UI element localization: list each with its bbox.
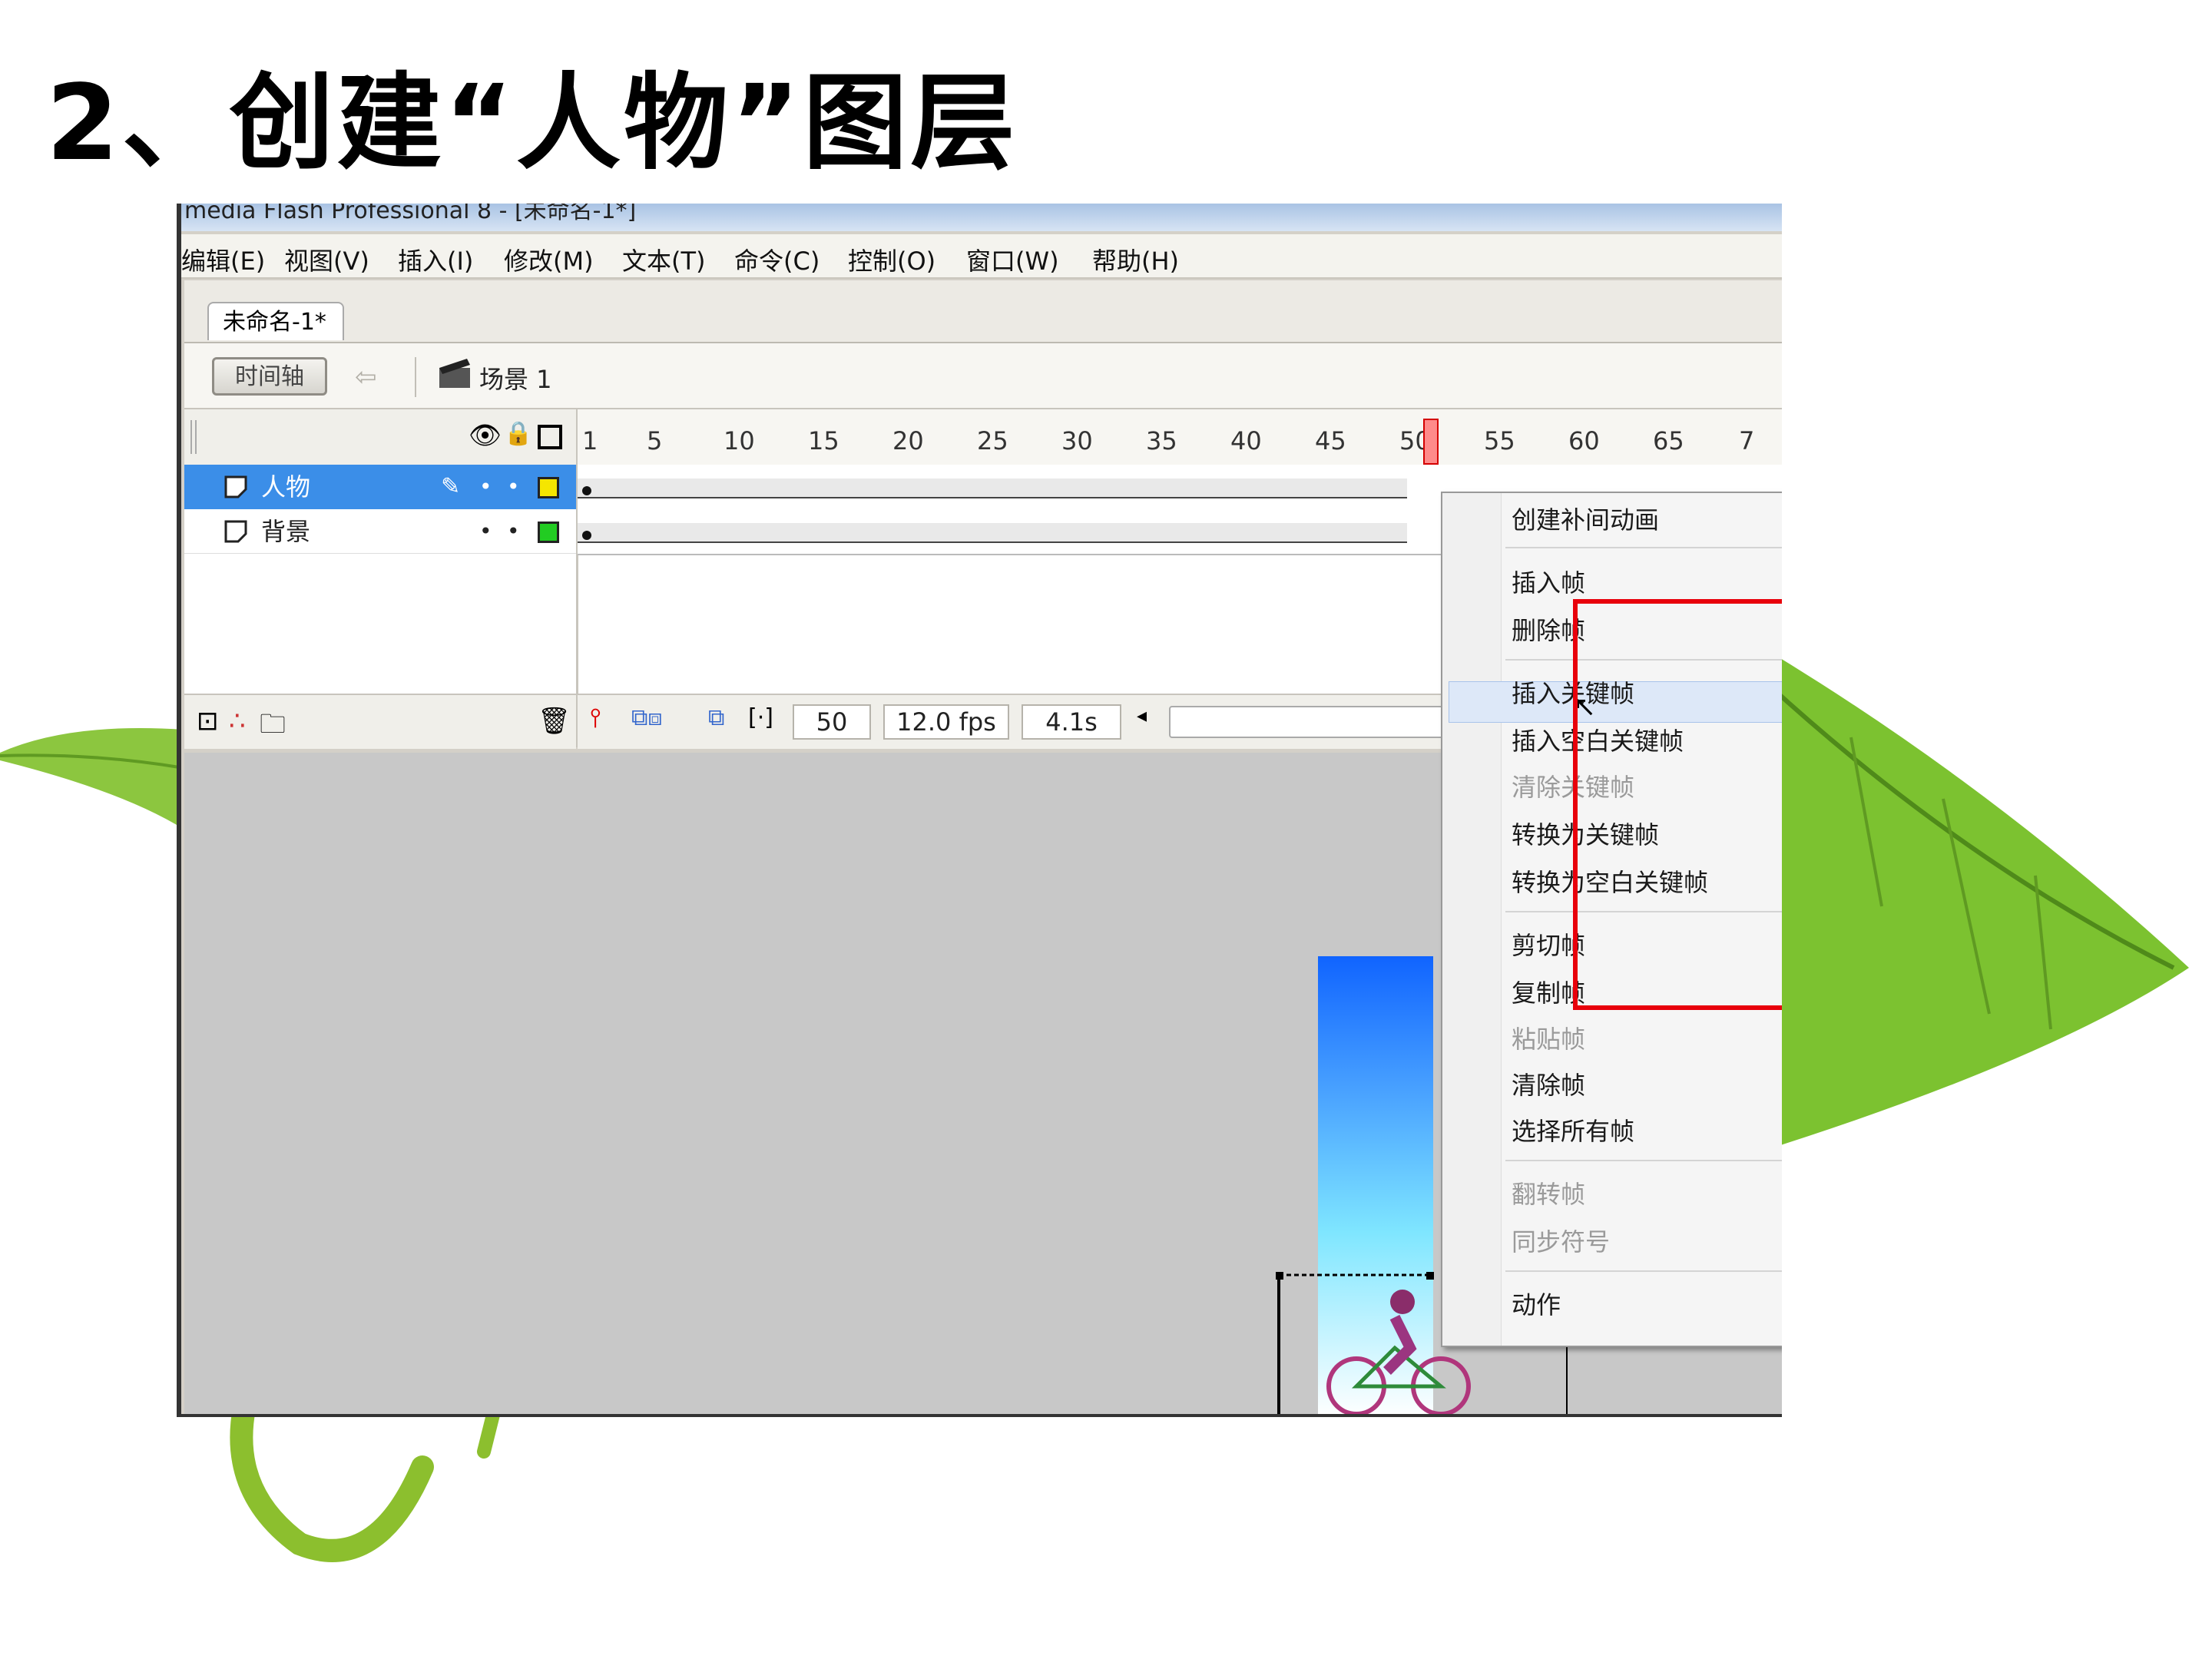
center-frame-icon[interactable]: ⫯ bbox=[590, 703, 601, 733]
menu-help[interactable]: 帮助(H) bbox=[1092, 242, 1179, 277]
panel-grip[interactable] bbox=[190, 420, 197, 454]
menu-insert[interactable]: 插入(I) bbox=[398, 242, 473, 277]
elapsed-time-field: 4.1s bbox=[1022, 704, 1121, 740]
lock-dot[interactable]: • bbox=[507, 509, 520, 554]
toolbar-divider bbox=[415, 357, 416, 397]
add-layer-icon[interactable]: ⊡ bbox=[197, 706, 219, 737]
timeline-toolbar: 时间轴 ⇦ 场景 1 bbox=[184, 342, 1782, 409]
leaf-decoration-right bbox=[1759, 645, 2189, 1152]
onion-markers-icon[interactable]: [·] bbox=[748, 704, 773, 731]
menu-separator bbox=[1505, 1270, 1782, 1272]
ruler-tick: 1 bbox=[582, 426, 598, 455]
visibility-dot[interactable]: • bbox=[479, 509, 492, 554]
ruler-tick: 7 bbox=[1739, 426, 1755, 455]
menu-item-create-motion-tween[interactable]: 创建补间动画 bbox=[1512, 501, 1659, 536]
layer-name: 背景 bbox=[261, 517, 311, 546]
layer-icon bbox=[224, 475, 247, 498]
horizontal-scrollbar[interactable] bbox=[1169, 706, 1479, 738]
menu-separator bbox=[1505, 547, 1782, 548]
frame-ruler: 1 5 10 15 20 25 30 35 40 45 50 55 60 65 … bbox=[578, 409, 1782, 466]
current-frame-field: 50 bbox=[793, 704, 871, 740]
playhead-marker[interactable] bbox=[1423, 419, 1439, 465]
ruler-tick: 25 bbox=[977, 426, 1008, 455]
document-tab[interactable]: 未命名-1* bbox=[207, 302, 344, 340]
ruler-tick: 40 bbox=[1230, 426, 1262, 455]
edit-multiple-frames-icon[interactable]: ⧉ bbox=[708, 704, 724, 731]
ruler-tick: 60 bbox=[1568, 426, 1600, 455]
menu-item-insert-frame[interactable]: 插入帧 bbox=[1512, 564, 1585, 599]
menu-view[interactable]: 视图(V) bbox=[284, 242, 369, 277]
leaf-decoration-left bbox=[0, 728, 184, 830]
menu-item-clear-frames[interactable]: 清除帧 bbox=[1512, 1066, 1585, 1101]
menu-window[interactable]: 窗口(W) bbox=[966, 242, 1059, 277]
timeline-toggle-button[interactable]: 时间轴 bbox=[212, 357, 327, 396]
scene-label: 场景 1 bbox=[479, 365, 552, 394]
flash-window-screenshot: media Flash Professional 8 - [未命名-1*] 编辑… bbox=[177, 204, 1782, 1417]
slide-title: 2、创建“人物”图层 bbox=[46, 63, 1018, 184]
lock-icon[interactable]: 🔒 bbox=[504, 420, 532, 447]
menu-item-paste-frames: 粘贴帧 bbox=[1512, 1025, 1586, 1054]
trash-icon[interactable]: 🗑 bbox=[538, 706, 571, 737]
ruler-tick: 35 bbox=[1146, 426, 1177, 455]
frame-span bbox=[578, 523, 1407, 543]
ruler-tick: 30 bbox=[1061, 426, 1093, 455]
keyframe-marker[interactable] bbox=[582, 486, 591, 495]
add-folder-icon[interactable]: 🗀 bbox=[260, 706, 286, 750]
ruler-tick: 5 bbox=[647, 426, 663, 455]
layer-color-box[interactable] bbox=[538, 522, 559, 543]
visibility-dot[interactable]: • bbox=[479, 465, 492, 509]
scroll-left-icon[interactable]: ◂ bbox=[1137, 704, 1147, 727]
layer-icon bbox=[224, 520, 247, 543]
add-guide-layer-icon[interactable]: ∴ bbox=[229, 706, 246, 737]
keyframe-marker[interactable] bbox=[582, 531, 591, 540]
menu-item-reverse-frames: 翻转帧 bbox=[1512, 1180, 1586, 1209]
menu-separator bbox=[1505, 1160, 1782, 1161]
menu-edit[interactable]: 编辑(E) bbox=[181, 242, 265, 277]
layer-header: 👁 🔒 bbox=[184, 409, 576, 466]
ruler-tick: 10 bbox=[724, 426, 755, 455]
back-arrow-icon[interactable]: ⇦ bbox=[355, 362, 377, 392]
layer-row-background[interactable]: 背景 • • bbox=[184, 509, 576, 554]
ruler-tick: 65 bbox=[1653, 426, 1684, 455]
layer-name: 人物 bbox=[261, 472, 311, 502]
pencil-icon: ✎ bbox=[441, 473, 461, 500]
menu-item-actions[interactable]: 动作 bbox=[1512, 1286, 1561, 1321]
lock-dot[interactable]: • bbox=[507, 465, 520, 509]
menu-commands[interactable]: 命令(C) bbox=[734, 242, 820, 277]
menu-modify[interactable]: 修改(M) bbox=[504, 242, 594, 277]
outline-icon[interactable] bbox=[538, 425, 562, 449]
menu-item-select-all-frames[interactable]: 选择所有帧 bbox=[1512, 1112, 1634, 1147]
highlight-annotation-box bbox=[1573, 599, 1782, 1010]
clapperboard-icon bbox=[439, 359, 470, 388]
ruler-tick: 45 bbox=[1315, 426, 1346, 455]
menu-item-synchronize-symbols: 同步符号 bbox=[1512, 1227, 1611, 1257]
layer-list: 👁 🔒 人物 ✎ • • 背景 • • ⊡ ∴ 🗀 🗑 bbox=[184, 409, 578, 749]
layer-footer: ⊡ ∴ 🗀 🗑 bbox=[184, 694, 576, 749]
eye-icon[interactable]: 👁 bbox=[469, 420, 502, 451]
window-title: media Flash Professional 8 - [未命名-1*] bbox=[181, 204, 1782, 231]
ruler-tick: 20 bbox=[892, 426, 924, 455]
layer-color-box[interactable] bbox=[538, 477, 559, 498]
menu-control[interactable]: 控制(O) bbox=[848, 242, 935, 277]
menu-gutter bbox=[1442, 493, 1502, 1346]
ruler-tick: 15 bbox=[808, 426, 839, 455]
ruler-tick: 55 bbox=[1484, 426, 1515, 455]
menu-text[interactable]: 文本(T) bbox=[622, 242, 706, 277]
frame-span bbox=[578, 478, 1407, 498]
layer-row-person[interactable]: 人物 ✎ • • bbox=[184, 465, 576, 509]
menu-bar: 编辑(E) 视图(V) 插入(I) 修改(M) 文本(T) 命令(C) 控制(O… bbox=[181, 234, 1782, 279]
frame-rate-field[interactable]: 12.0 fps bbox=[883, 704, 1009, 740]
onion-skin-icon[interactable]: ⧉⧈ bbox=[631, 704, 663, 731]
